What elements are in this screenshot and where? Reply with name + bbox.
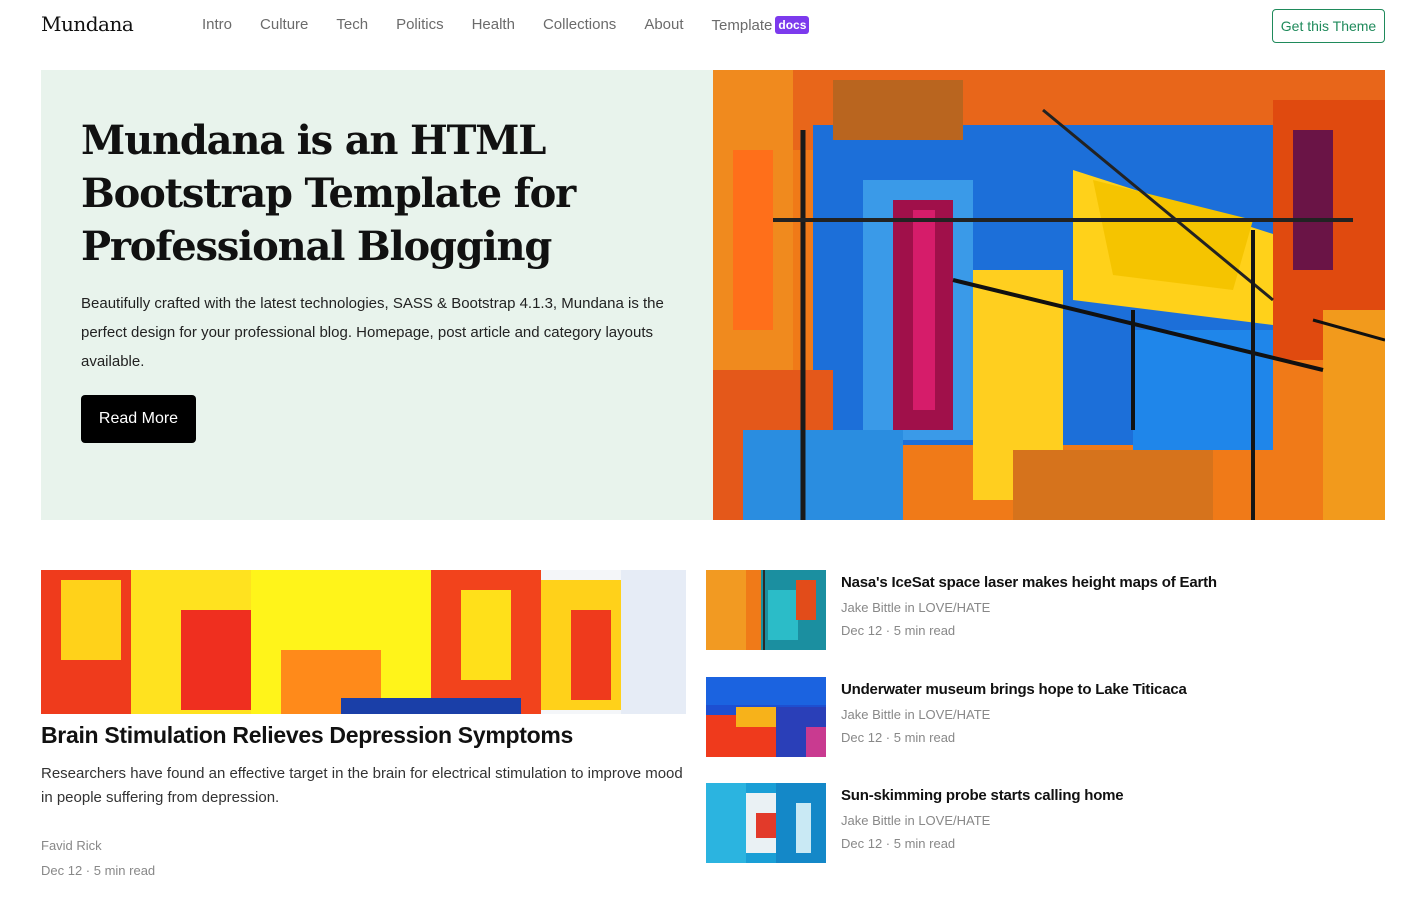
- brand-logo[interactable]: Mundana: [41, 12, 134, 36]
- hero-section: Mundana is an HTML Bootstrap Template fo…: [41, 70, 1385, 520]
- nav-links: Intro Culture Tech Politics Health Colle…: [202, 16, 837, 34]
- side-post-3-author[interactable]: Jake Bittle in LOVE/HATE: [841, 813, 990, 828]
- side-post-3-title[interactable]: Sun-skimming probe starts calling home: [841, 787, 1124, 804]
- nav-link-tech[interactable]: Tech: [336, 16, 368, 34]
- side-post-1-title[interactable]: Nasa's IceSat space laser makes height m…: [841, 574, 1217, 591]
- hero-title: Mundana is an HTML Bootstrap Template fo…: [81, 117, 576, 270]
- side-post-2-author[interactable]: Jake Bittle in LOVE/HATE: [841, 707, 990, 722]
- side-post-1-author[interactable]: Jake Bittle in LOVE/HATE: [841, 600, 990, 615]
- featured-post-image[interactable]: [41, 570, 686, 714]
- nav-link-template[interactable]: Template docs: [712, 16, 810, 34]
- side-post-2-meta: Dec 12 · 5 min read: [841, 730, 956, 745]
- side-post-3: Sun-skimming probe starts calling home J…: [706, 783, 1386, 863]
- nav-link-about[interactable]: About: [644, 16, 683, 34]
- side-post-2-thumbnail[interactable]: [706, 677, 826, 757]
- top-navbar: Mundana Intro Culture Tech Politics Heal…: [0, 0, 1428, 52]
- nav-link-collections[interactable]: Collections: [543, 16, 616, 34]
- side-post-2-title[interactable]: Underwater museum brings hope to Lake Ti…: [841, 681, 1187, 698]
- read-more-button[interactable]: Read More: [81, 395, 196, 443]
- get-theme-button[interactable]: Get this Theme: [1272, 9, 1385, 43]
- side-post-1: Nasa's IceSat space laser makes height m…: [706, 570, 1386, 650]
- nav-link-politics[interactable]: Politics: [396, 16, 444, 34]
- side-post-3-thumbnail[interactable]: [706, 783, 826, 863]
- hero-image: [713, 70, 1385, 520]
- hero-description: Beautifully crafted with the latest tech…: [81, 295, 664, 370]
- nav-link-health[interactable]: Health: [472, 16, 515, 34]
- featured-post-author[interactable]: Favid Rick: [41, 838, 102, 853]
- side-post-3-meta: Dec 12 · 5 min read: [841, 836, 956, 851]
- featured-post-meta: Dec 12 · 5 min read: [41, 863, 156, 878]
- side-post-1-thumbnail[interactable]: [706, 570, 826, 650]
- docs-badge: docs: [775, 16, 810, 34]
- nav-link-intro[interactable]: Intro: [202, 16, 232, 34]
- featured-post-title[interactable]: Brain Stimulation Relieves Depression Sy…: [41, 722, 573, 749]
- nav-link-template-label: Template: [711, 16, 773, 34]
- featured-post-description: Researchers have found an effective targ…: [41, 765, 683, 806]
- side-post-1-meta: Dec 12 · 5 min read: [841, 623, 956, 638]
- nav-link-culture[interactable]: Culture: [260, 16, 308, 34]
- side-post-2: Underwater museum brings hope to Lake Ti…: [706, 677, 1386, 757]
